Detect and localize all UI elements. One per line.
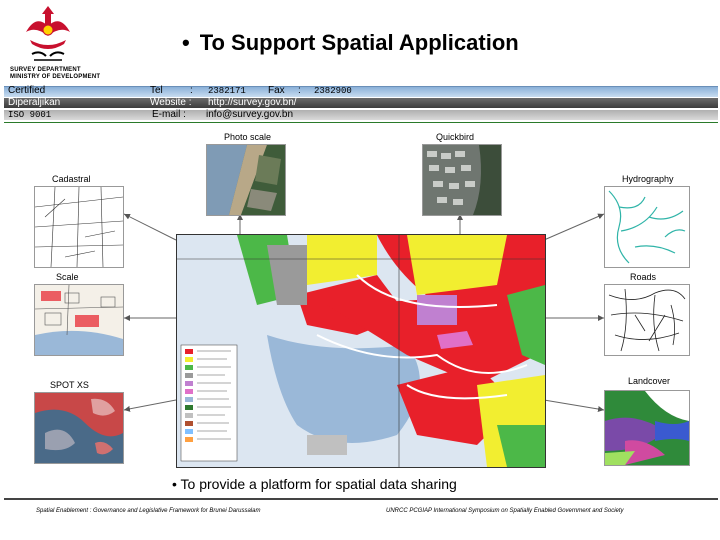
hydrography-image [604, 186, 690, 268]
quickbird-image [422, 144, 502, 216]
roads-image [604, 284, 690, 356]
photo-scale-image [206, 144, 286, 216]
statement-text: To provide a platform for spatial data s… [180, 476, 457, 492]
landcover-label: Landcover [628, 376, 671, 386]
hydrography-label: Hydrography [622, 174, 674, 184]
scale-image [34, 284, 124, 356]
spot-xs-image [34, 392, 124, 464]
land-use-map [176, 234, 546, 468]
platform-statement: • To provide a platform for spatial data… [172, 476, 457, 492]
scale-label: Scale [56, 272, 79, 282]
cadastral-image [34, 186, 124, 268]
statement-bullet: • [172, 476, 177, 492]
spot-xs-label: SPOT XS [50, 380, 89, 390]
footer-rule [4, 498, 718, 500]
footer-right: UNRCC PCGIAP International Symposium on … [386, 508, 624, 514]
cadastral-label: Cadastral [52, 174, 91, 184]
roads-label: Roads [630, 272, 657, 282]
landcover-image [604, 390, 690, 466]
photo-scale-label: Photo scale [224, 132, 272, 142]
footer-left: Spatial Enablement : Governance and Legi… [36, 508, 261, 514]
quickbird-label: Quickbird [436, 132, 475, 142]
